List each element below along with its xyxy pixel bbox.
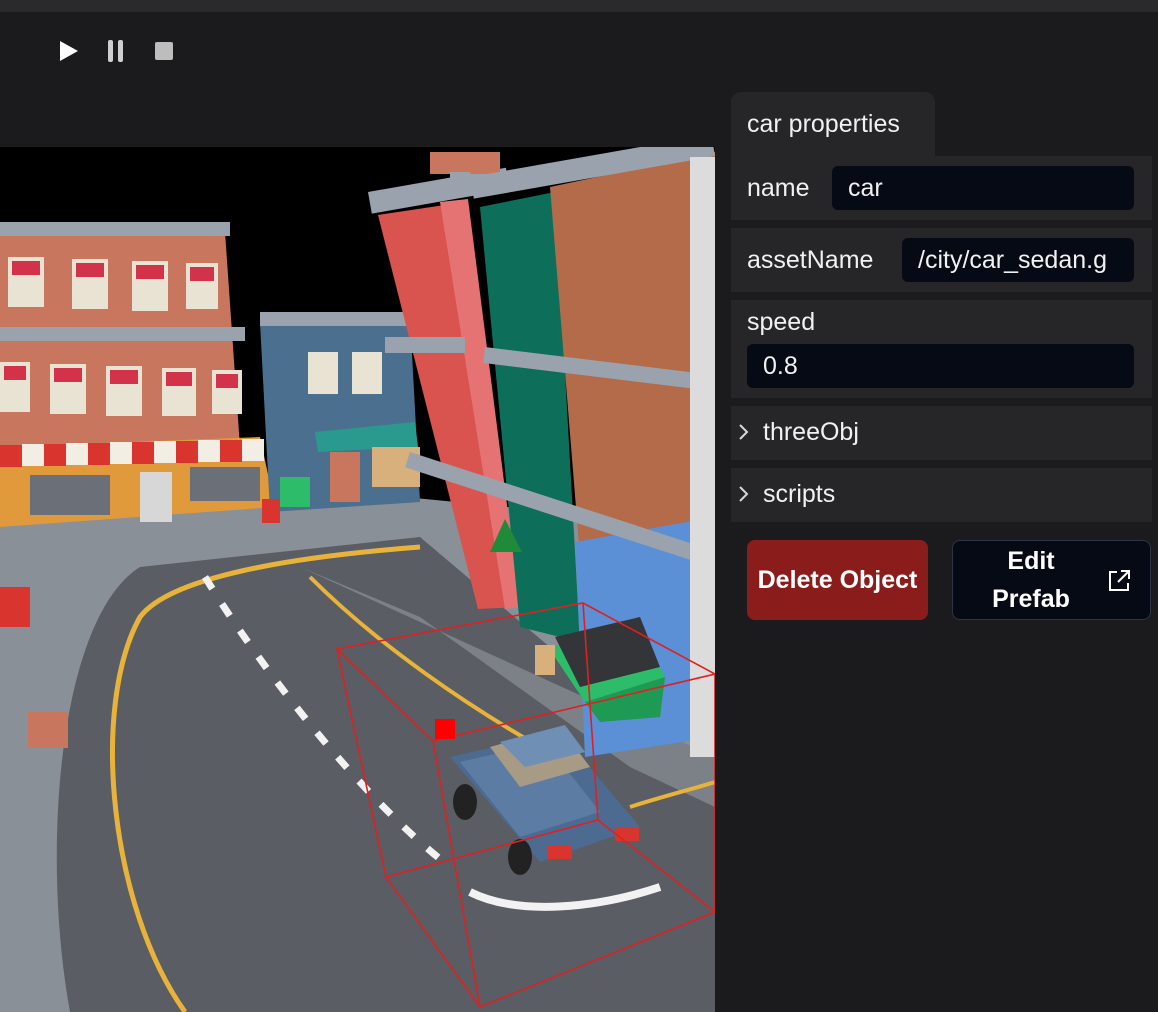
edit-prefab-button[interactable]: Edit Prefab <box>952 540 1151 620</box>
external-link-icon <box>1109 570 1130 591</box>
play-button[interactable] <box>55 38 81 64</box>
stop-icon <box>155 42 173 60</box>
chevron-right-icon <box>739 486 749 502</box>
field-label-name: name <box>747 174 810 202</box>
playback-toolbar <box>0 12 1158 90</box>
delete-object-button[interactable]: Delete Object <box>747 540 928 620</box>
properties-panel: car properties name car assetName /city/… <box>731 92 1158 1012</box>
speed-input[interactable]: 0.8 <box>747 344 1134 388</box>
viewport-header <box>0 92 713 147</box>
section-scripts[interactable]: scripts <box>731 468 1152 522</box>
scene-viewport[interactable] <box>0 147 715 1012</box>
field-row-name: name car <box>731 156 1152 220</box>
chevron-right-icon <box>739 424 749 440</box>
field-label-assetName: assetName <box>747 246 874 274</box>
field-label-speed: speed <box>747 308 816 336</box>
tab-car-properties[interactable]: car properties <box>731 92 935 156</box>
field-row-speed: speed 0.8 <box>731 300 1152 398</box>
section-label-scripts: scripts <box>763 480 836 508</box>
edit-prefab-label: Edit Prefab <box>992 547 1070 613</box>
assetName-input[interactable]: /city/car_sedan.g <box>902 238 1134 282</box>
scene-render <box>0 147 715 1012</box>
name-input[interactable]: car <box>832 166 1134 210</box>
field-row-assetName: assetName /city/car_sedan.g <box>731 228 1152 292</box>
delete-object-label: Delete Object <box>757 566 918 594</box>
section-label-threeObj: threeObj <box>763 418 859 446</box>
window-top-strip <box>0 0 1158 12</box>
stop-button[interactable] <box>151 38 177 64</box>
pause-icon <box>108 40 123 62</box>
pause-button[interactable] <box>103 38 129 64</box>
play-icon <box>60 41 78 61</box>
section-threeObj[interactable]: threeObj <box>731 406 1152 460</box>
